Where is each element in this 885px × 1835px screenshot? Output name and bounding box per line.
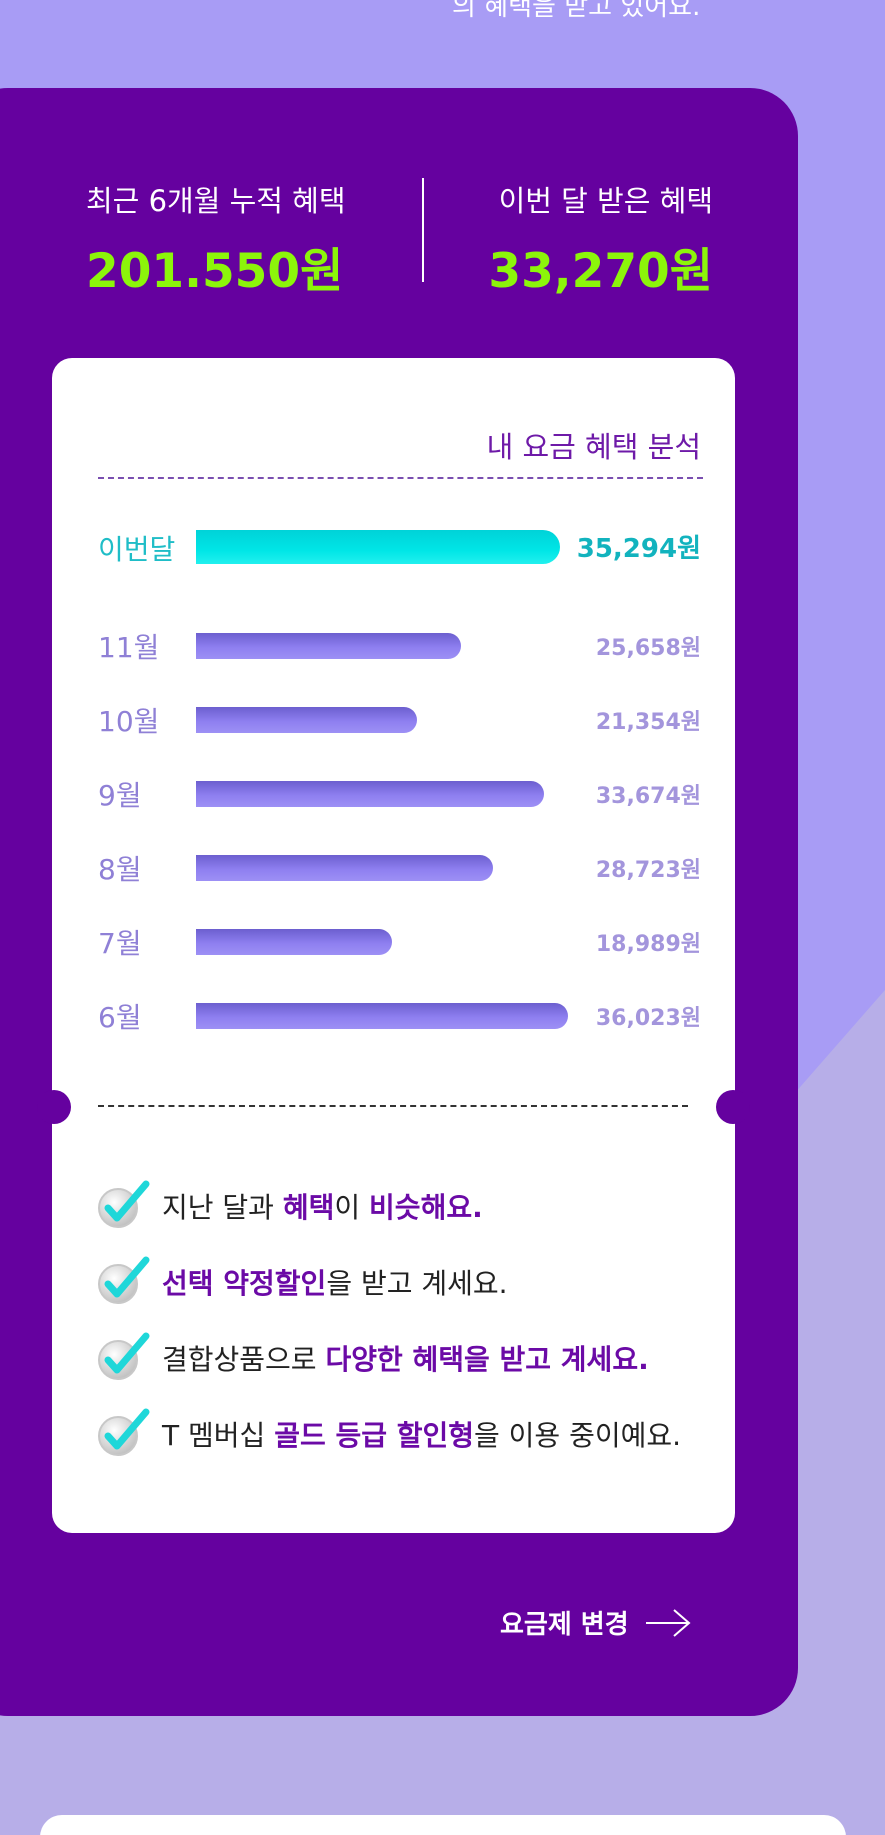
bar-value: 35,294원 [576, 534, 701, 564]
bar-row-month: 10월 21,354원 [98, 700, 701, 740]
checklist-text-emphasis: 다양한 혜택을 받고 계세요. [325, 1343, 649, 1376]
check-icon [98, 1408, 150, 1456]
bar-row-current-month: 이번달 35,294원 [98, 528, 701, 568]
next-card [40, 1815, 846, 1835]
intro-text: 의 혜택을 받고 있어요. [452, 0, 701, 22]
this-month-benefit-value: 33,270원 [488, 244, 713, 299]
check-icon [98, 1256, 150, 1304]
checklist-text: 결합상품으로 다양한 혜택을 받고 계세요. [162, 1338, 649, 1378]
bar [196, 929, 392, 955]
bar-value: 28,723원 [595, 858, 701, 883]
bar-row-month: 7월 18,989원 [98, 922, 701, 962]
divider-dashed [98, 477, 703, 479]
bar-row-month: 9월 33,674원 [98, 774, 701, 814]
checklist-text-emphasis: 비슷해요. [369, 1191, 483, 1224]
bar-fill [196, 855, 493, 881]
ticket-notch-left [37, 1090, 71, 1124]
bar-fill [196, 633, 461, 659]
bar-label: 8월 [98, 853, 142, 886]
summary-divider [422, 178, 424, 282]
check-icon [98, 1180, 150, 1228]
checklist-text: 지난 달과 혜택이 비슷해요. [162, 1186, 483, 1226]
bar-value: 21,354원 [595, 710, 701, 735]
checklist-text-part: 을 이용 중이예요. [474, 1419, 682, 1452]
bar-label: 11월 [98, 631, 160, 664]
checklist-text: T 멤버십 골드 등급 할인형을 이용 중이예요. [162, 1414, 681, 1454]
analysis-title: 내 요금 혜택 분석 [486, 430, 701, 464]
bar [196, 530, 560, 564]
bar-row-month: 8월 28,723원 [98, 848, 701, 888]
ticket-divider [98, 1105, 688, 1107]
bar-fill [196, 781, 544, 807]
this-month-benefit-label: 이번 달 받은 혜택 [498, 184, 713, 218]
checklist-text-part: 이 [334, 1191, 370, 1224]
arrow-right-icon [645, 1608, 691, 1637]
checklist-text-part: 결합상품으로 [162, 1343, 326, 1376]
cumulative-benefit-label: 최근 6개월 누적 혜택 [86, 184, 346, 218]
checklist-text-part: T 멤버십 [162, 1419, 275, 1452]
checklist-text-emphasis: 선택 약정할인 [162, 1267, 327, 1300]
bar-label: 이번달 [98, 533, 176, 566]
checklist-text-part: 을 받고 계세요. [326, 1267, 508, 1300]
bar-fill [196, 929, 392, 955]
bar-label: 9월 [98, 779, 142, 812]
bar-value: 36,023원 [595, 1006, 701, 1031]
change-plan-label: 요금제 변경 [500, 1610, 629, 1640]
bar-row-month: 11월 25,658원 [98, 626, 701, 666]
checklist-text: 선택 약정할인을 받고 계세요. [162, 1262, 508, 1302]
bar-value: 18,989원 [595, 932, 701, 957]
change-plan-link[interactable]: 요금제 변경 [500, 1604, 692, 1648]
ticket-notch-right [716, 1090, 750, 1124]
checklist-text-emphasis: 혜택 [282, 1191, 335, 1224]
bar [196, 633, 461, 659]
bar-label: 7월 [98, 927, 142, 960]
check-icon [98, 1332, 150, 1380]
checklist-text-emphasis: 골드 등급 할인형 [274, 1419, 475, 1452]
bar-label: 10월 [98, 705, 160, 738]
bar [196, 781, 544, 807]
bar-fill [196, 707, 417, 733]
bar-label: 6월 [98, 1001, 142, 1034]
bar-fill [196, 530, 560, 564]
checklist-text-part: 지난 달과 [162, 1191, 283, 1224]
cumulative-benefit-value: 201.550원 [86, 244, 344, 299]
bar-fill [196, 1003, 568, 1029]
bar [196, 707, 417, 733]
bar-value: 25,658원 [595, 636, 701, 661]
bar-row-month: 6월 36,023원 [98, 996, 701, 1036]
bar-value: 33,674원 [595, 784, 701, 809]
bar [196, 1003, 568, 1029]
bar [196, 855, 493, 881]
